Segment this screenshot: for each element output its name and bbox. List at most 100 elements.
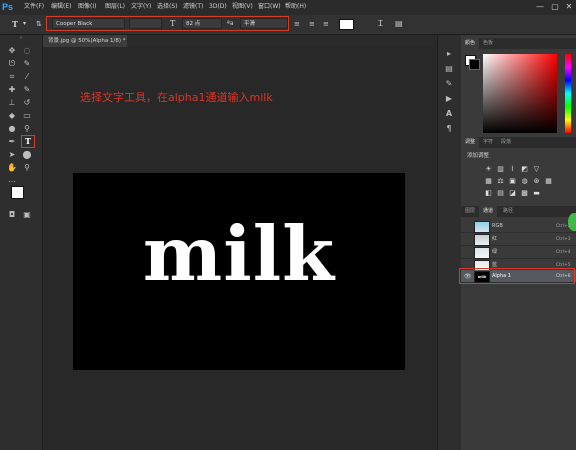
menu-view[interactable]: 视图(V) bbox=[232, 2, 253, 12]
tools-panel: » ✥ ◌ ᘎ ✎ ⌗ ⁄ ✚ ✎ ⊥ ↺ ◆ ▭ ● ⚲ ✒ T ➤ ⬤ ✋ … bbox=[0, 35, 43, 450]
align-center-icon[interactable]: ≡ bbox=[309, 18, 315, 30]
brush-panel-icon[interactable]: ✎ bbox=[444, 79, 454, 89]
menu-file[interactable]: 文件(F) bbox=[24, 2, 44, 12]
hue-saturation-adjust-icon[interactable]: ▦ bbox=[484, 177, 493, 186]
paragraph-panel-icon[interactable]: ¶ bbox=[444, 124, 454, 134]
warp-text-icon[interactable]: Ꮖ bbox=[378, 18, 383, 30]
healing-brush-tool-icon[interactable]: ✚ bbox=[6, 84, 18, 95]
screen-mode-icon[interactable]: ▣ bbox=[21, 209, 33, 220]
pen-tool-icon[interactable]: ✒ bbox=[6, 136, 18, 147]
adjustments-panel-tabs: 调整 字符 段落 bbox=[461, 137, 576, 148]
threshold-adjust-icon[interactable]: ◪ bbox=[508, 189, 517, 198]
brush-tool-icon[interactable]: ✎ bbox=[21, 84, 33, 95]
eyedropper-tool-icon[interactable]: ⁄ bbox=[21, 71, 33, 82]
maximize-button[interactable]: ▢ bbox=[549, 1, 561, 13]
orientation-toggle-icon[interactable]: ⇅ bbox=[36, 18, 42, 30]
canvas-milk-text: milk bbox=[142, 210, 336, 298]
blur-tool-icon[interactable]: ● bbox=[6, 123, 18, 134]
channel-thumbnail bbox=[474, 234, 490, 246]
color-lookup-adjust-icon[interactable]: ▦ bbox=[544, 177, 553, 186]
photo-filter-adjust-icon[interactable]: ◍ bbox=[520, 177, 529, 186]
curves-adjust-icon[interactable]: ⌇ bbox=[508, 165, 517, 174]
channel-shortcut: Ctrl+3 bbox=[556, 237, 571, 242]
history-panel-icon[interactable]: ▸ bbox=[444, 49, 454, 59]
invert-adjust-icon[interactable]: ◧ bbox=[484, 189, 493, 198]
tab-paragraph[interactable]: 段落 bbox=[497, 137, 515, 148]
ellipse-tool-icon[interactable]: ⬤ bbox=[21, 149, 33, 160]
channel-row-rgb[interactable]: RGB Ctrl+2 bbox=[461, 220, 576, 233]
path-select-tool-icon[interactable]: ➤ bbox=[6, 149, 18, 160]
levels-adjust-icon[interactable]: ▥ bbox=[496, 165, 505, 174]
tab-adjustments[interactable]: 调整 bbox=[461, 137, 480, 148]
channel-row-red[interactable]: 红 Ctrl+3 bbox=[461, 233, 576, 246]
alpha-channel-highlight-box bbox=[459, 268, 575, 284]
menu-window[interactable]: 窗口(W) bbox=[258, 2, 281, 12]
more-tools-icon[interactable]: … bbox=[6, 174, 18, 185]
gradient-tool-icon[interactable]: ▭ bbox=[21, 110, 33, 121]
menu-help[interactable]: 帮助(H) bbox=[285, 2, 306, 12]
color-picker-field[interactable] bbox=[483, 54, 557, 133]
menu-edit[interactable]: 编辑(E) bbox=[51, 2, 71, 12]
menu-select[interactable]: 选择(S) bbox=[157, 2, 178, 12]
channel-thumbnail bbox=[474, 221, 490, 233]
menu-bar: Ps 文件(F) 编辑(E) 图像(I) 图层(L) 文字(Y) 选择(S) 滤… bbox=[0, 0, 576, 16]
tab-color[interactable]: 颜色 bbox=[461, 38, 480, 49]
channel-row-green[interactable]: 绿 Ctrl+4 bbox=[461, 246, 576, 259]
marquee-tool-icon[interactable]: ◌ bbox=[21, 45, 33, 56]
close-button[interactable]: ✕ bbox=[563, 1, 575, 13]
color-balance-adjust-icon[interactable]: ⚖ bbox=[496, 177, 505, 186]
panel-background-swatch[interactable] bbox=[469, 59, 480, 70]
channel-name: RGB bbox=[492, 223, 503, 229]
foreground-color-swatch[interactable] bbox=[11, 186, 24, 199]
character-panel-icon[interactable]: A bbox=[444, 109, 454, 119]
channels-panel-tabs: 图层 通道 路径 bbox=[461, 206, 576, 217]
dodge-tool-icon[interactable]: ⚲ bbox=[21, 123, 33, 134]
character-panel-icon[interactable]: ▤ bbox=[395, 18, 403, 30]
minimize-button[interactable]: — bbox=[534, 1, 546, 13]
menu-image[interactable]: 图像(I) bbox=[78, 2, 96, 12]
vibrance-adjust-icon[interactable]: ▽ bbox=[532, 165, 541, 174]
type-tool-preset-icon[interactable]: T bbox=[12, 18, 18, 30]
tab-character[interactable]: 字符 bbox=[479, 137, 497, 148]
lasso-tool-icon[interactable]: ᘎ bbox=[6, 58, 18, 69]
text-color-swatch[interactable] bbox=[339, 19, 354, 30]
align-right-icon[interactable]: ≡ bbox=[323, 18, 329, 30]
menu-3d[interactable]: 3D(D) bbox=[209, 2, 227, 12]
zoom-tool-icon[interactable]: ⚲ bbox=[21, 162, 33, 173]
color-panel-tabs: 颜色 色板 bbox=[461, 38, 576, 49]
toolbar-collapse-icon[interactable]: » bbox=[0, 35, 42, 41]
hue-slider[interactable] bbox=[565, 54, 571, 133]
tab-paths[interactable]: 路径 bbox=[499, 206, 517, 217]
align-left-icon[interactable]: ≡ bbox=[294, 18, 300, 30]
menu-layer[interactable]: 图层(L) bbox=[105, 2, 125, 12]
channel-mixer-adjust-icon[interactable]: ⊛ bbox=[532, 177, 541, 186]
gradient-map-adjust-icon[interactable]: ▬ bbox=[532, 189, 541, 198]
clone-stamp-tool-icon[interactable]: ⊥ bbox=[6, 97, 18, 108]
document-tab[interactable]: 背景.jpg @ 50%(Alpha 1/8) * × bbox=[43, 35, 127, 56]
quick-select-tool-icon[interactable]: ✎ bbox=[21, 58, 33, 69]
properties-panel-icon[interactable]: ▤ bbox=[444, 64, 454, 74]
eraser-tool-icon[interactable]: ◆ bbox=[6, 110, 18, 121]
tab-swatches[interactable]: 色板 bbox=[479, 38, 497, 49]
quick-mask-icon[interactable]: ◘ bbox=[6, 209, 18, 220]
crop-tool-icon[interactable]: ⌗ bbox=[6, 71, 18, 82]
preset-dropdown-icon[interactable]: ▾ bbox=[23, 18, 26, 30]
hand-tool-icon[interactable]: ✋ bbox=[6, 162, 18, 173]
channel-shortcut: Ctrl+2 bbox=[556, 224, 571, 229]
instruction-annotation: 选择文字工具，在alpha1通道输入milk bbox=[80, 91, 273, 104]
exposure-adjust-icon[interactable]: ◩ bbox=[520, 165, 529, 174]
history-brush-tool-icon[interactable]: ↺ bbox=[21, 97, 33, 108]
tab-layers[interactable]: 图层 bbox=[461, 206, 479, 217]
photoshop-logo: Ps bbox=[2, 2, 14, 12]
type-tool-icon[interactable]: T bbox=[21, 135, 35, 148]
actions-panel-icon[interactable]: ▶ bbox=[444, 94, 454, 104]
black-white-adjust-icon[interactable]: ▣ bbox=[508, 177, 517, 186]
selective-color-adjust-icon[interactable]: ▩ bbox=[520, 189, 529, 198]
add-adjustment-title: 添加调整 bbox=[467, 153, 490, 159]
menu-type[interactable]: 文字(Y) bbox=[131, 2, 151, 12]
brightness-adjust-icon[interactable]: ☀ bbox=[484, 165, 493, 174]
move-tool-icon[interactable]: ✥ bbox=[6, 45, 18, 56]
posterize-adjust-icon[interactable]: ▤ bbox=[496, 189, 505, 198]
menu-filter[interactable]: 滤镜(T) bbox=[183, 2, 203, 12]
tab-channels[interactable]: 通道 bbox=[479, 206, 498, 217]
